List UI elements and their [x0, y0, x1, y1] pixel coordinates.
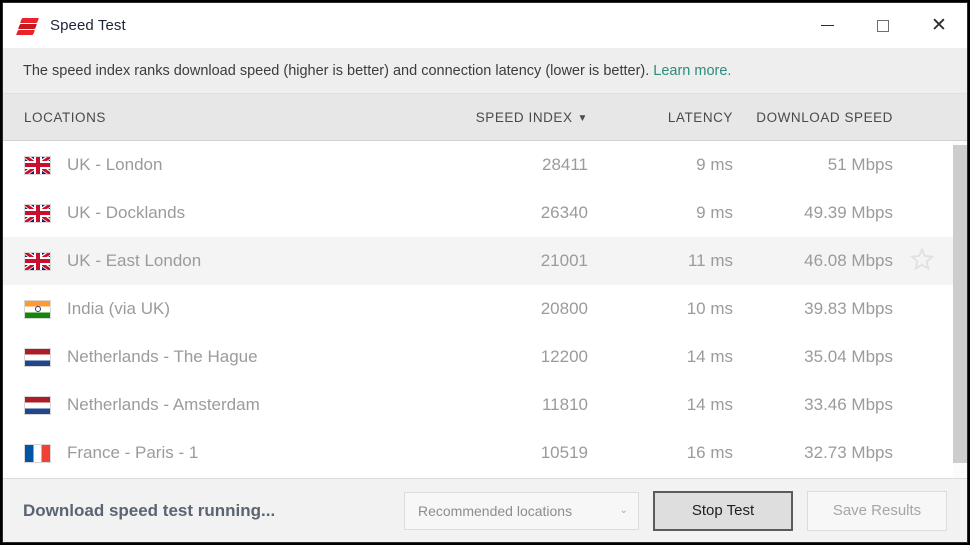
maximize-icon — [877, 19, 889, 32]
latency-value: 9 ms — [696, 155, 733, 174]
latency-value: 14 ms — [686, 347, 733, 366]
sort-descending-icon: ▼ — [577, 112, 588, 124]
latency-value: 9 ms — [696, 203, 733, 222]
column-header-speed-index-label: SPEED INDEX — [475, 109, 573, 125]
scrollbar-thumb[interactable] — [953, 145, 967, 463]
location-name: India (via UK) — [67, 299, 170, 318]
location-name: UK - Docklands — [67, 203, 186, 222]
speed-index-value: 20800 — [540, 299, 588, 318]
column-header-speed-index[interactable]: SPEED INDEX ▼ — [453, 110, 588, 125]
speed-test-window: Speed Test ✕ The speed index ranks downl… — [2, 2, 968, 543]
latency-value: 14 ms — [686, 395, 733, 414]
latency-value: 10 ms — [686, 299, 733, 318]
window-controls: ✕ — [799, 3, 967, 48]
speed-index-value: 11810 — [541, 395, 588, 414]
flag-icon-in — [24, 299, 51, 319]
save-results-button[interactable]: Save Results — [807, 490, 947, 531]
download-speed-value: 46.08 Mbps — [804, 251, 893, 270]
flag-icon-uk — [24, 251, 51, 271]
speed-index-value: 12200 — [540, 347, 588, 366]
location-name: France - Paris - 1 — [67, 443, 199, 462]
table-row[interactable]: UK - Docklands 26340 9 ms 49.39 Mbps — [3, 189, 953, 237]
speed-index-value: 26340 — [540, 203, 588, 222]
table-row[interactable]: Netherlands - Amsterdam 11810 14 ms 33.46 M… — [3, 381, 953, 429]
chevron-down-icon: ⌄ — [619, 505, 628, 516]
column-header-download-speed[interactable]: DOWNLOAD SPEED — [733, 110, 893, 125]
favorite-cell[interactable] — [893, 246, 953, 277]
locations-table: UK - London 28411 9 ms 51 Mbps UK - Dockland… — [3, 141, 967, 478]
download-speed-value: 39.83 Mbps — [804, 299, 893, 318]
layers-icon — [15, 15, 40, 37]
location-cell: India (via UK) — [3, 299, 453, 319]
location-name: Netherlands - The Hague — [67, 347, 258, 366]
maximize-button[interactable] — [855, 3, 911, 48]
star-outline-icon[interactable] — [909, 246, 935, 277]
locations-filter-dropdown[interactable]: Recommended locations ⌄ — [404, 491, 639, 530]
stop-test-button[interactable]: Stop Test — [653, 490, 793, 531]
location-cell: France - Paris - 1 — [3, 443, 453, 463]
column-header-locations[interactable]: LOCATIONS — [3, 110, 453, 125]
close-icon: ✕ — [931, 15, 947, 36]
flag-icon-fr — [24, 443, 51, 463]
location-cell: Netherlands - Amsterdam — [3, 395, 453, 415]
location-cell: UK - Docklands — [3, 203, 453, 223]
location-cell: Netherlands - The Hague — [3, 347, 453, 367]
flag-icon-nl — [24, 347, 51, 367]
download-speed-value: 49.39 Mbps — [804, 203, 893, 222]
latency-value: 11 ms — [687, 251, 733, 270]
footer-bar: Download speed test running... Recommend… — [3, 478, 967, 542]
info-bar-text: The speed index ranks download speed (hi… — [23, 62, 650, 79]
location-name: UK - London — [67, 155, 163, 174]
speed-index-value: 21001 — [540, 251, 588, 270]
speed-index-value: 28411 — [541, 155, 588, 174]
location-cell: UK - London — [3, 155, 453, 175]
table-row[interactable]: Netherlands - The Hague 12200 14 ms 35.04 M… — [3, 333, 953, 381]
column-header-latency[interactable]: LATENCY — [588, 110, 733, 125]
table-scrollbar[interactable] — [953, 141, 967, 478]
title-bar: Speed Test ✕ — [3, 3, 967, 48]
locations-filter-value: Recommended locations — [418, 502, 573, 519]
location-cell: UK - East London — [3, 251, 453, 271]
table-row[interactable]: UK - London 28411 9 ms 51 Mbps — [3, 141, 953, 189]
location-name: UK - East London — [67, 251, 202, 270]
download-speed-value: 51 Mbps — [827, 155, 893, 174]
table-row[interactable]: India (via UK) 20800 10 ms 39.83 Mbps — [3, 285, 953, 333]
close-button[interactable]: ✕ — [911, 3, 967, 48]
table-header-row: LOCATIONS SPEED INDEX ▼ LATENCY DOWNLOAD … — [3, 94, 967, 141]
info-bar: The speed index ranks download speed (hi… — [3, 48, 967, 94]
download-speed-value: 35.04 Mbps — [804, 347, 893, 366]
location-name: Netherlands - Amsterdam — [67, 395, 260, 414]
table-row[interactable]: France - Paris - 1 10519 16 ms 32.73 Mbps — [3, 429, 953, 477]
title-bar-left: Speed Test — [3, 15, 126, 37]
learn-more-link[interactable]: Learn more. — [653, 63, 731, 79]
table-row[interactable]: UK - East London 21001 11 ms 46.08 Mbps — [3, 237, 953, 285]
status-text: Download speed test running... — [23, 500, 276, 520]
flag-icon-uk — [24, 155, 51, 175]
minimize-icon — [820, 25, 834, 26]
download-speed-value: 32.73 Mbps — [804, 443, 893, 462]
minimize-button[interactable] — [799, 3, 855, 48]
flag-icon-nl — [24, 395, 51, 415]
latency-value: 16 ms — [686, 443, 733, 462]
download-speed-value: 33.46 Mbps — [804, 395, 893, 414]
speed-index-value: 10519 — [540, 443, 588, 462]
locations-row-container: UK - London 28411 9 ms 51 Mbps UK - Dockland… — [3, 141, 953, 478]
flag-icon-uk — [24, 203, 51, 223]
window-title: Speed Test — [50, 17, 126, 34]
